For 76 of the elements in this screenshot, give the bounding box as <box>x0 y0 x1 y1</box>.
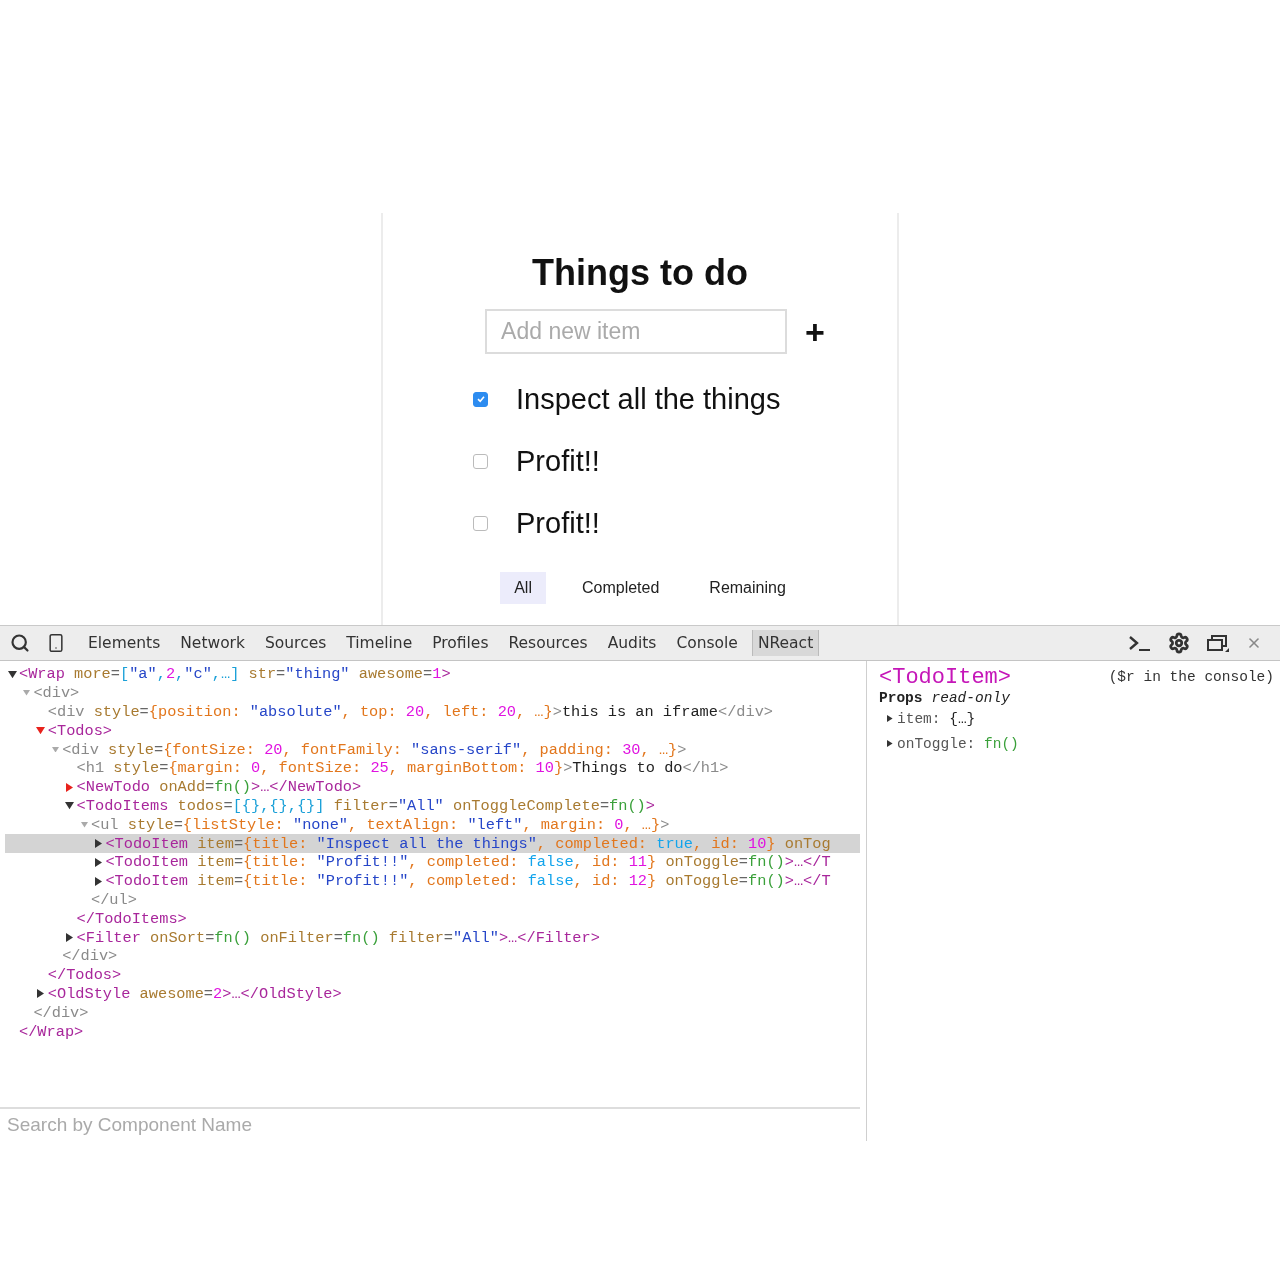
todo-item-label: Profit!! <box>516 444 600 478</box>
devtools-tab[interactable]: Profiles <box>426 630 495 656</box>
phone-icon[interactable] <box>46 633 66 653</box>
code-line: <div style={fontSize: 20, fontFamily: "sans-serif", padding: 30, …}> <box>62 740 687 759</box>
code-line: <div style={position: "absolute", top: 20, left: 20, …}>this is an iframe</div> <box>47 703 774 721</box>
devtools-tab[interactable]: Sources <box>258 630 333 656</box>
code-line: <TodoItem item={title: "Profit!!", completed: false, id: 11} onToggle=fn()>…</T <box>105 853 831 872</box>
search-icon[interactable] <box>10 633 30 653</box>
tree-row[interactable]: <Filter onSort=fn() onFilter=fn() filter="All">…</Filter> <box>5 928 860 947</box>
triangle-right-icon[interactable] <box>94 839 102 849</box>
checkbox[interactable] <box>473 453 488 469</box>
app-title: Things to do <box>532 251 748 295</box>
filter-button[interactable]: Remaining <box>695 572 800 604</box>
code-line: </div> <box>33 1003 89 1022</box>
code-line: <TodoItem item={title: "Inspect all the things", completed: true, id: 10} onTog <box>105 834 831 853</box>
code-line: </Wrap> <box>19 1022 84 1041</box>
code-line: <Wrap more=["a",2,"c",…] str="thing" awesome=1> <box>19 665 451 684</box>
new-item-field[interactable]: Add new item <box>485 309 788 354</box>
devtools-tab[interactable]: Resources <box>502 630 594 656</box>
code-line: <NewTodo onAdd=fn()>…</NewTodo> <box>76 778 362 797</box>
tree-row[interactable]: <OldStyle awesome=2>…</OldStyle> <box>5 984 860 1004</box>
triangle-right-icon[interactable] <box>66 933 74 943</box>
todo-item-label: Inspect all the things <box>516 382 781 416</box>
checkmark-icon <box>475 394 486 404</box>
triangle-right-icon[interactable] <box>94 876 102 886</box>
code-line: <Filter onSort=fn() onFilter=fn() filter="All">…</Filter> <box>76 928 600 947</box>
triangle-right-icon[interactable] <box>37 989 45 999</box>
devtools-tab[interactable]: Elements <box>82 630 167 656</box>
code-line: <div> <box>33 684 80 703</box>
triangle-right-icon[interactable] <box>887 740 893 747</box>
props-note: read-only <box>931 690 1010 706</box>
code-line: <Todos> <box>47 721 113 740</box>
tree-row[interactable]: <Wrap more=["a",2,"c",…] str="thing" awesome=1> <box>5 665 860 684</box>
code-line: </ul> <box>91 890 137 909</box>
tree-row[interactable]: <TodoItems todos=[{},{},{}] filter="All" onToggleComplete=fn()> <box>5 796 860 816</box>
devtools-tab[interactable]: Audits <box>601 630 663 656</box>
triangle-right-icon[interactable] <box>94 857 102 867</box>
devtools-tab[interactable]: Timeline <box>340 630 419 656</box>
todo-item-label: Profit!! <box>516 506 600 540</box>
prop-line: onToggle: fn() <box>897 735 1019 752</box>
add-button[interactable]: + <box>805 313 825 350</box>
settings-icon[interactable] <box>1168 632 1190 654</box>
tree-row[interactable]: <TodoItem item={title: "Inspect all the things", completed: true, id: 10} onTog <box>5 834 860 853</box>
close-icon[interactable] <box>1246 635 1262 651</box>
triangle-right-icon[interactable] <box>887 715 893 722</box>
tree-row[interactable]: <Todos> <box>5 721 860 741</box>
filter-button[interactable]: Completed <box>567 572 674 604</box>
code-line: </TodoItems> <box>76 909 187 928</box>
dock-icon[interactable] <box>1206 633 1230 653</box>
tree-row[interactable]: <div style={fontSize: 20, fontFamily: "sans-serif", padding: 30, …}> <box>5 740 860 759</box>
tree-row[interactable]: <h1 style={margin: 0, fontSize: 25, marginBottom: 10}>Things to do</h1> <box>5 759 860 778</box>
code-line: <ul style={listStyle: "none", textAlign: "left", margin: 0, …}> <box>91 815 670 834</box>
triangle-down-icon[interactable] <box>7 670 17 678</box>
tree-row[interactable]: <ul style={listStyle: "none", textAlign: "left", margin: 0, …}> <box>5 815 860 835</box>
prop-line: item: {…} <box>897 710 976 727</box>
triangle-down-icon[interactable] <box>65 802 75 810</box>
devtools-tab[interactable]: Console <box>670 630 744 656</box>
code-line: <TodoItem item={title: "Profit!!", completed: false, id: 12} onToggle=fn()>…</T <box>105 872 831 891</box>
component-title: <TodoItem> <box>879 665 1012 690</box>
code-line: </div> <box>62 947 118 966</box>
code-line: </Todos> <box>47 966 122 985</box>
tree-row[interactable]: <TodoItem item={title: "Profit!!", completed: false, id: 12} onToggle=fn()>…</T <box>5 871 860 891</box>
tree-row[interactable]: <NewTodo onAdd=fn()>…</NewTodo> <box>5 777 860 797</box>
filter-button[interactable]: All <box>500 572 546 604</box>
checkbox[interactable] <box>473 515 488 531</box>
checkbox[interactable] <box>473 391 488 407</box>
devtools-tab[interactable]: NReact <box>751 630 820 656</box>
code-line: <h1 style={margin: 0, fontSize: 25, marginBottom: 10}>Things to do</h1> <box>76 759 729 778</box>
tree-row[interactable]: <TodoItem item={title: "Profit!!", completed: false, id: 11} onToggle=fn()>…</T <box>5 852 860 872</box>
console-hint: ($r in the console) <box>1108 669 1274 685</box>
props-label: Props <box>879 690 923 706</box>
tree-row[interactable]: <div style={position: "absolute", top: 20, left: 20, …}>this is an iframe</div> <box>5 702 860 722</box>
console-prompt-icon[interactable] <box>1128 634 1152 652</box>
code-line: <TodoItems todos=[{},{},{}] filter="All" onToggleComplete=fn()> <box>76 796 655 815</box>
code-line: <OldStyle awesome=2>…</OldStyle> <box>47 984 342 1003</box>
devtools-tab[interactable]: Network <box>174 630 251 656</box>
